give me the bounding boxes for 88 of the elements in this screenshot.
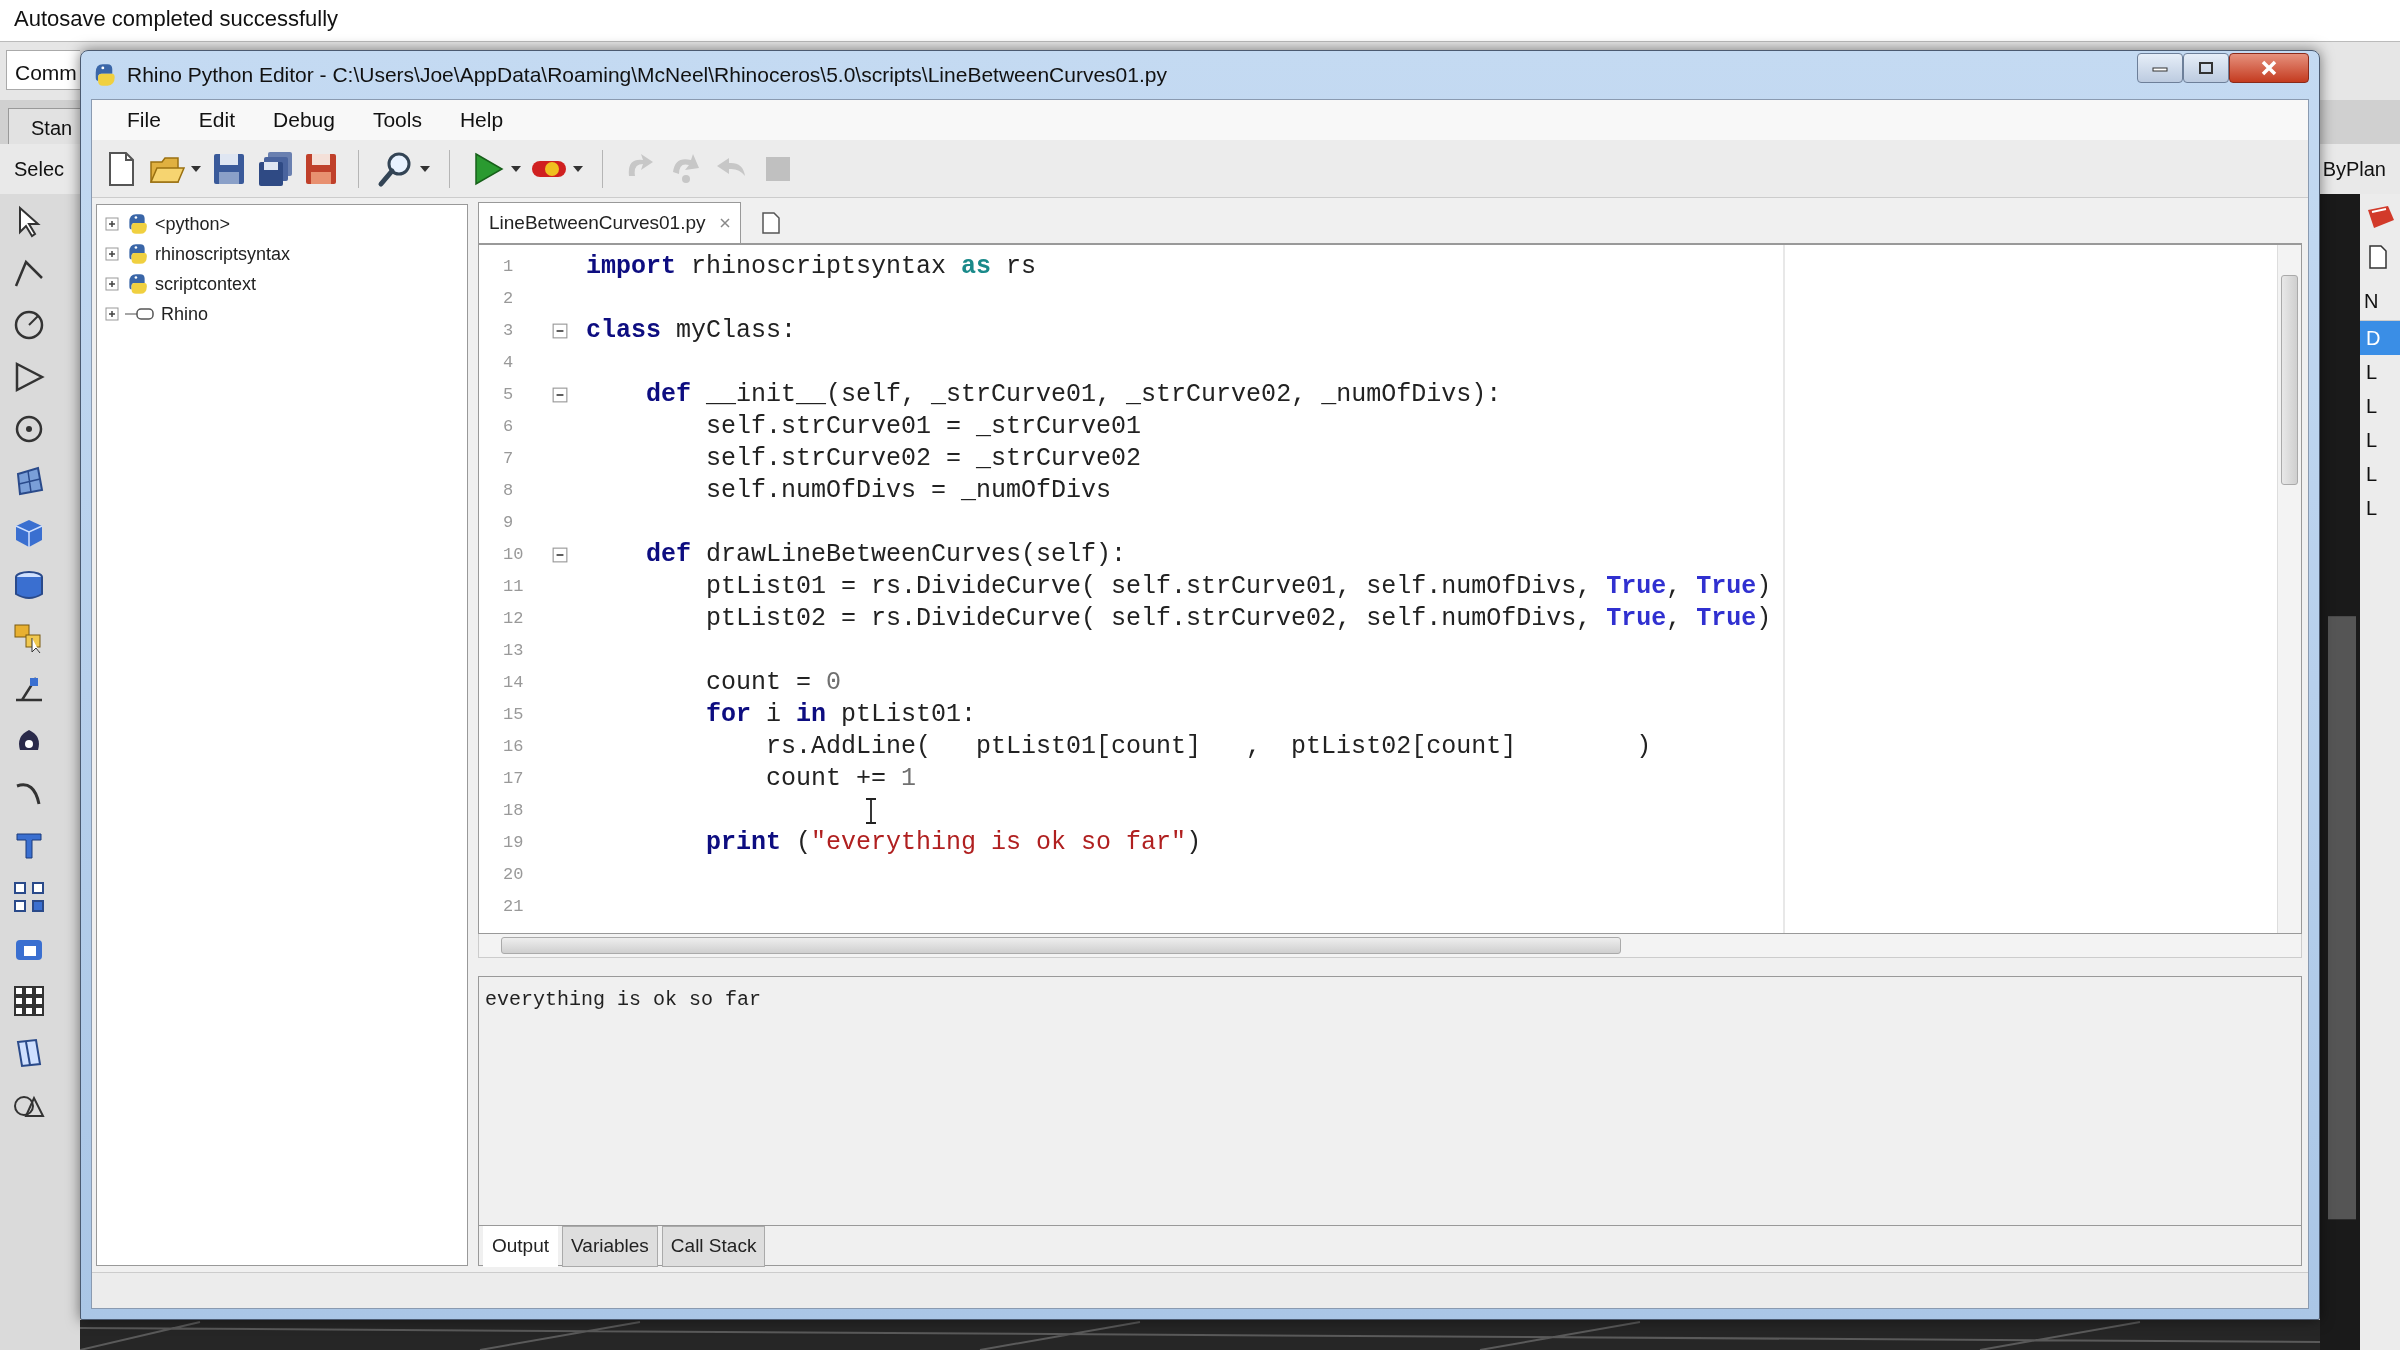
- line-number: 17: [502, 768, 525, 791]
- code-line: self.strCurve01 = _strCurve01: [705, 411, 1142, 443]
- layer-icon[interactable]: [2366, 204, 2396, 230]
- line-number: 15: [502, 704, 525, 727]
- collapse-icon[interactable]: [552, 387, 568, 403]
- toolbar-tab[interactable]: Stan: [8, 108, 80, 144]
- line-number: 7: [502, 448, 515, 471]
- code-line: for i in ptList01:: [705, 699, 977, 731]
- expand-icon[interactable]: [105, 217, 119, 231]
- line-number: 11: [502, 576, 525, 599]
- caret-icon[interactable]: [572, 163, 584, 174]
- maximize-icon: [2198, 61, 2214, 75]
- collapse-icon[interactable]: [552, 323, 568, 339]
- code-line: def __init__(self, _strCurve01, _strCurve02, _numOfDivs):: [645, 379, 1502, 411]
- vertical-scrollbar[interactable]: [2277, 245, 2301, 933]
- caret-icon[interactable]: [510, 163, 522, 174]
- output-tab[interactable]: Output: [483, 1226, 559, 1267]
- line-number: 14: [502, 672, 525, 695]
- line-number: 6: [502, 416, 515, 439]
- menu-item[interactable]: Edit: [179, 100, 255, 140]
- nodes-icon[interactable]: [12, 880, 46, 914]
- window-title: Rhino Python Editor - C:\Users\Joe\AppData\Roaming\McNeel\Rhinoceros\5.0\scripts\LineBetweenCurves01.py: [127, 62, 1168, 89]
- caret-icon[interactable]: [190, 163, 202, 174]
- code-line: self.strCurve02 = _strCurve02: [705, 443, 1142, 475]
- line-number: 20: [502, 864, 525, 887]
- code-line: ptList01 = rs.DivideCurve( self.strCurve01, self.numOfDivs, True, True): [705, 571, 1772, 603]
- expand-icon[interactable]: [105, 277, 119, 291]
- tree-item[interactable]: scriptcontext: [155, 270, 257, 298]
- select-label: Selec: [14, 157, 65, 182]
- output-text: everything is ok so far: [485, 987, 763, 1013]
- grid-icon[interactable]: [12, 984, 46, 1018]
- collapse-icon[interactable]: [552, 547, 568, 563]
- code-line: ptList02 = rs.DivideCurve( self.strCurve02, self.numOfDivs, True, True): [705, 603, 1772, 635]
- tree-item[interactable]: rhinoscriptsyntax: [155, 240, 291, 268]
- line-number: 10: [502, 544, 525, 567]
- line-number: 1: [502, 256, 515, 279]
- editor-tab[interactable]: LineBetweenCurves01.py: [478, 201, 741, 243]
- layer-item[interactable]: L: [2360, 491, 2400, 525]
- status-message: Autosave completed successfully: [14, 6, 339, 31]
- code-line: count = 0: [705, 667, 842, 699]
- horizontal-scrollbar[interactable]: [478, 934, 2302, 958]
- code-line: import rhinoscriptsyntax as rs: [586, 251, 1037, 283]
- line-number: 8: [502, 480, 515, 503]
- layer-item[interactable]: L: [2360, 389, 2400, 423]
- code-line: class myClass:: [586, 315, 797, 347]
- line-number: 12: [502, 608, 525, 631]
- text-cursor-icon: [865, 798, 877, 824]
- line-number: 5: [502, 384, 515, 407]
- layer-label: ByPlan: [2322, 157, 2386, 182]
- new-tab-icon[interactable]: [760, 211, 781, 235]
- tree-item[interactable]: <python>: [155, 210, 231, 238]
- code-line: rs.AddLine( ptList01[count] , ptList02[count] ): [765, 731, 1652, 763]
- code-line: def drawLineBetweenCurves(self):: [645, 539, 1127, 571]
- layer-item[interactable]: L: [2360, 457, 2400, 491]
- cylinder-icon[interactable]: [12, 568, 46, 602]
- caret-icon[interactable]: [419, 163, 431, 174]
- namespace-icon: [125, 306, 155, 322]
- menu-item[interactable]: Tools: [353, 100, 441, 140]
- close-icon[interactable]: [719, 217, 730, 228]
- line-number: 18: [502, 800, 525, 823]
- layer-item[interactable]: L: [2360, 355, 2400, 389]
- expand-icon[interactable]: [105, 247, 119, 261]
- line-number: 19: [502, 832, 525, 855]
- floppy-disks-icon[interactable]: [256, 149, 294, 188]
- line-number: 13: [502, 640, 525, 663]
- menu-item[interactable]: File: [108, 100, 180, 140]
- menu-item[interactable]: Debug: [254, 100, 354, 140]
- tree-item[interactable]: Rhino: [161, 300, 209, 328]
- line-number: 2: [502, 288, 515, 311]
- code-line: self.numOfDivs = _numOfDivs: [705, 475, 1112, 507]
- line-number: 3: [502, 320, 515, 343]
- expand-icon[interactable]: [105, 307, 119, 321]
- line-number: 21: [502, 896, 525, 919]
- layer-item[interactable]: L: [2360, 423, 2400, 457]
- close-button[interactable]: [2229, 53, 2309, 83]
- output-tab[interactable]: Variables: [562, 1226, 658, 1267]
- line-number: 9: [502, 512, 515, 535]
- maximize-button[interactable]: [2183, 53, 2229, 83]
- code-line: print ("everything is ok so far"): [705, 827, 1202, 859]
- circle-icon[interactable]: [12, 308, 46, 342]
- code-line: count += 1: [765, 763, 917, 795]
- output-tab[interactable]: Call Stack: [661, 1226, 766, 1267]
- command-field[interactable]: Comm: [6, 50, 80, 90]
- menu-item[interactable]: Help: [440, 100, 523, 140]
- line-number: 4: [502, 352, 515, 375]
- line-number: 16: [502, 736, 525, 759]
- page-icon[interactable]: [2368, 244, 2388, 270]
- close-icon: [2260, 60, 2278, 76]
